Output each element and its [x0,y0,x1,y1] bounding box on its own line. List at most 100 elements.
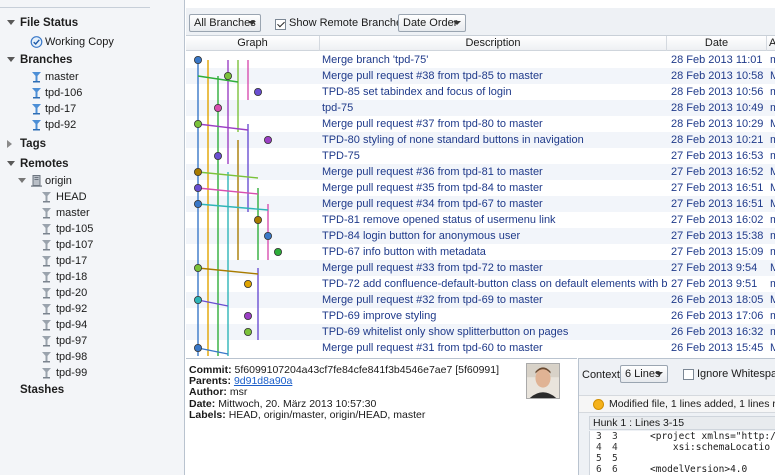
commit-description: TPD-72 add confluence-default-button cla… [322,278,667,290]
collapse-arrow-icon[interactable] [18,178,26,183]
commit-node[interactable] [193,168,202,177]
commit-author: m [770,310,775,322]
commit-node[interactable] [244,279,253,288]
sidebar-item-label: tpd-107 [56,239,94,251]
sidebar-item-label: tpd-99 [56,367,88,379]
sidebar-section-stashes[interactable]: Stashes [0,382,184,398]
collapse-arrow-icon[interactable] [7,20,15,25]
commit-node[interactable] [193,295,202,304]
branch-icon [32,88,41,99]
expand-arrow-icon[interactable] [7,140,12,148]
sidebar-section-remotes[interactable]: Remotes [0,156,184,172]
graph-merge-line [197,347,229,355]
sidebar-item-remote-branch[interactable]: tpd-94 [0,317,184,333]
commit-date: 28 Feb 2013 10:58 [671,70,764,82]
commit-node[interactable] [193,199,202,208]
show-remote-branches-checkbox[interactable] [275,19,286,30]
commit-date: 26 Feb 2013 16:32 [671,326,764,338]
column-header-author[interactable]: A [767,36,775,51]
commit-description: Merge pull request #38 from tpd-85 to ma… [322,70,543,82]
sidebar-section-branches[interactable]: Branches [0,52,184,68]
commit-author: m [770,214,775,226]
labels-row: Labels: HEAD, origin/master, origin/HEAD… [189,410,425,421]
sidebar-item-branch-tpd-106[interactable]: tpd-106 [0,85,184,101]
sort-order-select[interactable]: Date Order [398,14,466,32]
sidebar-item-label: tpd-20 [56,287,88,299]
commit-node[interactable] [244,311,253,320]
collapse-arrow-icon[interactable] [7,161,15,166]
avatar [526,363,560,399]
section-title: Remotes [20,158,69,170]
commit-node[interactable] [193,56,202,64]
commit-description: TPD-67 info button with metadata [322,246,486,258]
sidebar-section-file-status[interactable]: File Status [0,15,184,31]
sidebar-item-remote-branch[interactable]: tpd-97 [0,333,184,349]
diff-file-header: Modified file, 1 lines added, 1 lines re… [579,395,775,413]
ignore-whitespace-checkbox[interactable] [683,369,694,380]
sidebar-top-strip [0,0,150,8]
sidebar-item-label: tpd-92 [56,303,88,315]
commit-date: 27 Feb 2013 16:53 [671,150,764,162]
new-line-number: 6 [612,464,618,475]
commit-node[interactable] [193,263,202,272]
collapse-arrow-icon[interactable] [7,57,15,62]
sidebar-item-branch-tpd-17[interactable]: tpd-17 [0,101,184,117]
commit-node[interactable] [193,183,202,192]
sidebar-item-remote-branch[interactable]: HEAD [0,189,184,205]
sidebar-item-remote-branch[interactable]: tpd-98 [0,349,184,365]
commit-node[interactable] [193,343,202,352]
commit-date: 27 Feb 2013 15:09 [671,246,764,258]
commit-node[interactable] [224,71,233,80]
sidebar-item-working-copy[interactable]: Working Copy [0,34,184,50]
commit-date: 28 Feb 2013 11:01 [671,54,763,66]
commit-node[interactable] [254,215,263,224]
commit-node[interactable] [213,104,222,113]
commit-author: m [770,54,775,66]
sidebar-item-remote-branch[interactable]: tpd-18 [0,269,184,285]
remote-branch-icon [42,192,51,203]
column-header-description[interactable]: Description [320,36,667,51]
remote-branch-icon [42,288,51,299]
author-label: Author: [189,386,227,398]
column-header-date[interactable]: Date [667,36,767,51]
branches-filter-select[interactable]: All Branches [189,14,261,32]
commit-node[interactable] [254,88,263,97]
sidebar-item-remote-branch[interactable]: tpd-92 [0,301,184,317]
commit-node[interactable] [193,120,202,129]
sidebar-item-remote-branch[interactable]: tpd-17 [0,253,184,269]
remote-branch-icon [42,208,51,219]
commit-date: 28 Feb 2013 10:21 [671,134,764,146]
sidebar-item-remote-branch[interactable]: master [0,205,184,221]
sidebar-item-remote-origin[interactable]: origin [0,173,184,189]
show-remote-branches-label[interactable]: Show Remote Branches [289,16,408,30]
sidebar-section-tags[interactable]: Tags [0,136,184,152]
commit-node[interactable] [274,247,283,256]
commit-author: m [770,278,775,290]
remote-branch-icon [42,320,51,331]
sidebar-item-remote-branch[interactable]: tpd-107 [0,237,184,253]
commit-node[interactable] [264,231,273,240]
commit-date: 27 Feb 2013 16:02 [671,214,764,226]
sidebar-item-remote-branch[interactable]: tpd-99 [0,365,184,381]
context-lines-select[interactable]: 6 Lines [620,365,668,383]
commit-node[interactable] [213,152,222,161]
sidebar-item-label: HEAD [56,191,87,203]
sidebar-item-label: tpd-106 [45,87,83,99]
sidebar-item-branch-tpd-92[interactable]: tpd-92 [0,117,184,133]
commit-date: 28 Feb 2013 10:56 [671,86,764,98]
commit-description: Merge pull request #35 from tpd-84 to ma… [322,182,543,194]
commit-author: M [770,182,775,194]
commit-date: 27 Feb 2013 16:52 [671,166,764,178]
commit-node[interactable] [244,327,253,336]
remote-branch-icon [42,368,51,379]
commit-details-panel: Commit: 5f6099107204a43cf7fe84cfe841f3b4… [186,358,577,475]
ignore-whitespace-label[interactable]: Ignore Whitespace [697,368,775,380]
section-title: Branches [20,54,73,66]
sidebar-item-branch-master[interactable]: master [0,69,184,85]
commit-date: 27 Feb 2013 16:51 [671,198,764,210]
sidebar-item-remote-branch[interactable]: tpd-105 [0,221,184,237]
column-header-graph[interactable]: Graph [186,36,320,51]
commit-node[interactable] [264,136,273,145]
sidebar-item-remote-branch[interactable]: tpd-20 [0,285,184,301]
remote-branch-icon [42,240,51,251]
